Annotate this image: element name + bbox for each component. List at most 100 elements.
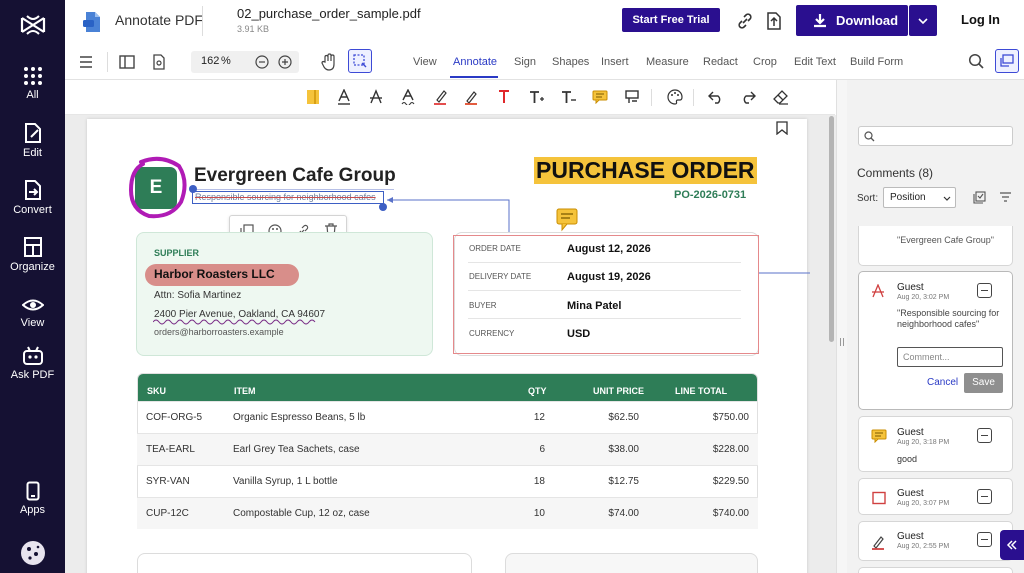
strikethrough-icon[interactable] xyxy=(368,88,384,106)
freehand-circle-annotation[interactable] xyxy=(127,156,189,220)
cell-sku: TEA-EARL xyxy=(146,444,195,455)
eraser-icon[interactable] xyxy=(772,88,790,106)
sort-select[interactable]: Position xyxy=(883,187,956,208)
highlighter-pen-icon[interactable] xyxy=(432,88,448,106)
rail-item-edit[interactable]: Edit xyxy=(0,122,65,159)
comments-panel-icon[interactable] xyxy=(995,49,1019,73)
collapse-icon[interactable] xyxy=(977,283,992,298)
rail-label-organize: Organize xyxy=(10,261,55,273)
bookmark-icon[interactable] xyxy=(776,121,788,135)
freehand-icon[interactable] xyxy=(463,88,479,106)
comment-time: Aug 20, 3:07 PM xyxy=(897,500,950,507)
sort-label: Sort: xyxy=(857,193,879,204)
comment-card-partial[interactable]: "Evergreen Cafe Group" xyxy=(858,226,1013,266)
comment-card-active[interactable]: Guest Aug 20, 3:02 PM "Responsible sourc… xyxy=(858,271,1013,410)
rail-label-all: All xyxy=(26,89,39,101)
comment-note-icon[interactable] xyxy=(592,88,608,106)
tab-shapes[interactable]: Shapes xyxy=(552,56,589,68)
select-tool-icon[interactable] xyxy=(348,49,372,73)
tab-crop[interactable]: Crop xyxy=(753,56,777,68)
rail-item-convert[interactable]: Convert xyxy=(0,179,65,216)
multi-select-icon[interactable] xyxy=(973,191,986,204)
login-link[interactable]: Log In xyxy=(961,12,1000,27)
tab-view[interactable]: View xyxy=(413,56,437,68)
collapse-icon[interactable] xyxy=(977,532,992,547)
download-icon xyxy=(814,14,826,28)
viewer-scrollbar-thumb[interactable] xyxy=(829,116,834,342)
pan-hand-icon[interactable] xyxy=(319,52,339,72)
comment-time: Aug 20, 3:18 PM xyxy=(897,439,950,446)
header-divider xyxy=(202,6,203,36)
sort-value: Position xyxy=(890,192,926,203)
comment-card[interactable]: Guest Aug 20, 3:18 PM good xyxy=(858,416,1013,472)
tab-build-form[interactable]: Build Form xyxy=(850,56,903,68)
download-button[interactable]: Download xyxy=(796,5,908,36)
tab-redact[interactable]: Redact xyxy=(703,56,738,68)
robot-icon xyxy=(22,346,43,365)
tab-edit-text[interactable]: Edit Text xyxy=(794,56,836,68)
collapse-icon[interactable] xyxy=(977,489,992,504)
save-button[interactable]: Save xyxy=(964,373,1003,393)
cell-item: Vanilla Syrup, 1 L bottle xyxy=(233,476,338,487)
rail-item-all[interactable]: All xyxy=(0,66,65,101)
insert-text-icon[interactable] xyxy=(528,88,546,106)
cell-line-total: $740.00 xyxy=(712,508,749,519)
delivery-date-label: DELIVERY DATE xyxy=(469,272,532,281)
sidebar-toggle-icon[interactable] xyxy=(118,53,136,71)
table-row: CUP-12C Compostable Cup, 12 oz, case 10 … xyxy=(137,497,758,529)
page-settings-icon[interactable] xyxy=(150,53,168,71)
rail-item-apps[interactable]: Apps xyxy=(0,481,65,516)
filter-icon[interactable] xyxy=(999,192,1012,203)
rail-label-edit: Edit xyxy=(23,147,42,159)
tab-measure[interactable]: Measure xyxy=(646,56,689,68)
sticky-note-icon[interactable] xyxy=(305,88,321,106)
squiggly-underline-annotation[interactable] xyxy=(153,318,319,325)
app-logo-icon[interactable] xyxy=(0,14,65,39)
share-upload-icon[interactable] xyxy=(763,8,785,32)
rail-item-view[interactable]: View xyxy=(0,296,65,329)
detail-divider xyxy=(468,262,741,263)
text-underline-icon[interactable] xyxy=(336,88,352,106)
style-palette-icon[interactable] xyxy=(667,88,683,106)
collapse-panel-button[interactable] xyxy=(1000,530,1024,560)
rectangle-annotation-icon xyxy=(872,491,886,505)
rail-item-organize[interactable]: Organize xyxy=(0,236,65,273)
tab-insert[interactable]: Insert xyxy=(601,56,629,68)
tab-sign[interactable]: Sign xyxy=(514,56,536,68)
callout-icon[interactable] xyxy=(624,88,640,106)
zoom-value[interactable]: 162 xyxy=(201,55,219,67)
undo-icon[interactable] xyxy=(708,88,724,106)
tab-annotate[interactable]: Annotate xyxy=(453,56,497,68)
redo-icon[interactable] xyxy=(740,88,756,106)
table-row: SYR-VAN Vanilla Syrup, 1 L bottle 18 $12… xyxy=(137,465,758,497)
start-free-trial-button[interactable]: Start Free Trial xyxy=(622,8,720,32)
comment-input[interactable]: Comment... xyxy=(897,347,1003,367)
selection-handle-start[interactable] xyxy=(189,185,197,193)
cell-unit-price: $38.00 xyxy=(608,444,639,455)
search-icon[interactable] xyxy=(966,51,986,71)
cancel-button[interactable]: Cancel xyxy=(927,377,958,388)
comment-card[interactable]: Guest Aug 20, 3:07 PM xyxy=(858,478,1013,515)
zoom-in-icon[interactable] xyxy=(278,55,292,69)
cell-line-total: $229.50 xyxy=(712,476,749,487)
buyer-value: Mina Patel xyxy=(567,300,622,312)
collapse-icon[interactable] xyxy=(977,428,992,443)
rail-item-ask-pdf[interactable]: Ask PDF xyxy=(0,346,65,381)
comments-search-input[interactable] xyxy=(858,126,1013,146)
zoom-out-icon[interactable] xyxy=(255,55,269,69)
comment-card-partial xyxy=(858,567,1013,573)
bottom-card-right xyxy=(505,553,758,573)
document-viewer: E Evergreen Cafe Group Responsible sourc… xyxy=(65,115,835,573)
squiggly-icon[interactable] xyxy=(400,88,416,106)
panel-resize-handle[interactable] xyxy=(836,80,847,573)
cell-item: Earl Grey Tea Sachets, case xyxy=(233,444,360,455)
comment-card[interactable]: Guest Aug 20, 2:55 PM xyxy=(858,521,1013,561)
download-options-button[interactable] xyxy=(909,5,937,36)
replace-text-icon[interactable] xyxy=(560,88,578,106)
text-color-icon[interactable] xyxy=(496,88,512,106)
menu-icon[interactable] xyxy=(77,53,95,71)
app-name: Annotate PDF xyxy=(115,12,203,28)
link-icon[interactable] xyxy=(734,10,756,32)
cookie-settings-icon[interactable] xyxy=(0,539,65,570)
comment-marker-icon[interactable] xyxy=(556,208,578,232)
